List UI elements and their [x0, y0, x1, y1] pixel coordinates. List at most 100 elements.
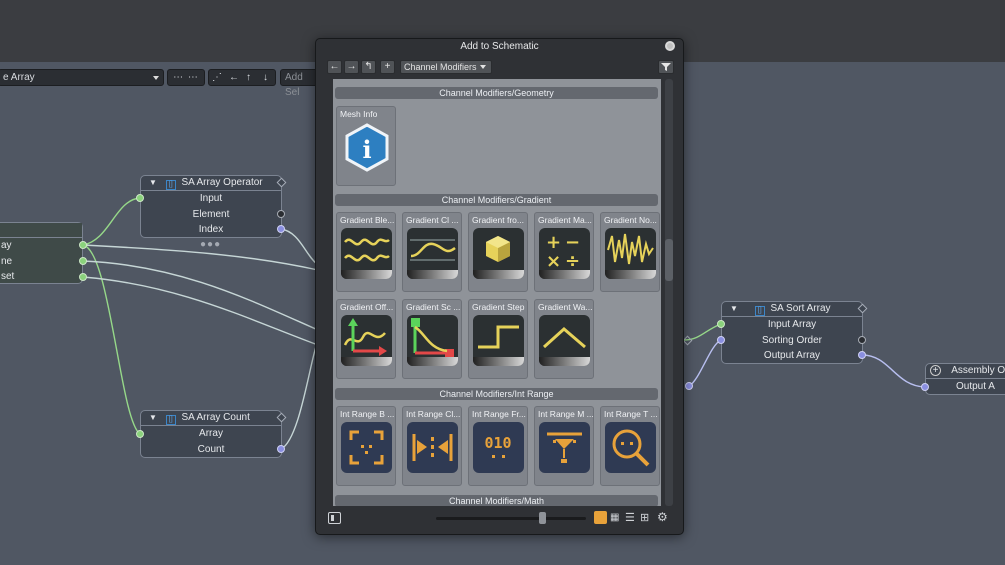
- tile-label: Int Range Cl...: [406, 409, 461, 419]
- tile-gradient-noise[interactable]: Gradient No...: [600, 212, 660, 292]
- partial-node-left[interactable]: ay ne set: [0, 222, 83, 284]
- add-to-schematic-dialog: Add to Schematic ← → ↰ + Channel Modifie…: [315, 38, 684, 535]
- collapse-icon[interactable]: ▼: [149, 178, 157, 187]
- array-icon: []: [165, 415, 176, 425]
- partial-row: ne: [1, 255, 13, 267]
- list-view-icon[interactable]: ☰: [625, 511, 635, 524]
- tile-int-range-test[interactable]: Int Range T ...: [600, 406, 660, 486]
- partial-node-header: [0, 223, 82, 238]
- tile-gradient-blend[interactable]: Gradient Ble...: [336, 212, 396, 292]
- input-port[interactable]: [921, 383, 929, 391]
- tile-int-range-b[interactable]: Int Range B ...: [336, 406, 396, 486]
- node-sa-array-count[interactable]: ▼ [] SA Array Count Array Count: [140, 410, 287, 458]
- tile-gradient-math[interactable]: Gradient Ma... + − × ÷: [534, 212, 594, 292]
- tile-label: Gradient fro...: [472, 215, 524, 225]
- node-assembly-output[interactable]: + Assembly Out Output A: [925, 363, 1005, 395]
- output-port[interactable]: [685, 382, 693, 390]
- scrollbar-thumb[interactable]: [665, 239, 673, 281]
- node-sa-sort-array[interactable]: ▼ [] SA Sort Array Input Array Sorting O…: [721, 301, 868, 364]
- section-header-int-range[interactable]: Channel Modifiers/Int Range: [335, 388, 658, 400]
- node-library-panel[interactable]: Channel Modifiers/Geometry Mesh Info i C…: [333, 79, 661, 506]
- tile-mesh-info[interactable]: Mesh Info i: [336, 106, 396, 186]
- dialog-title: Add to Schematic: [460, 41, 539, 52]
- tile-gradient-offset[interactable]: Gradient Off...: [336, 299, 396, 379]
- node-header: ▼ [] SA Array Operator: [141, 176, 287, 191]
- output-port[interactable]: [79, 273, 87, 281]
- tile-int-range-map[interactable]: Int Range M ...: [534, 406, 594, 486]
- array-icon: []: [754, 306, 765, 316]
- node-title: SA Sort Array: [770, 303, 831, 314]
- grid-view-icon[interactable]: ⊞: [640, 511, 649, 524]
- settings-gear-icon[interactable]: ⚙: [657, 510, 668, 524]
- large-icons-view-button[interactable]: [594, 511, 607, 524]
- tile-gradient-from[interactable]: Gradient fro...: [468, 212, 528, 292]
- node-port-label: Count: [197, 443, 225, 455]
- zoom-slider-thumb[interactable]: [539, 512, 546, 524]
- node-sa-array-operator[interactable]: ▼ [] SA Array Operator Input Element Ind…: [140, 175, 287, 238]
- input-port[interactable]: [717, 320, 725, 328]
- svg-text:×: ×: [546, 251, 561, 270]
- category-dropdown[interactable]: Channel Modifiers: [400, 60, 492, 74]
- dialog-bottom-bar: ▦ ☰ ⊞ ⚙: [316, 509, 683, 533]
- node-header: ▼ [] SA Sort Array: [722, 302, 868, 317]
- int-range-test-icon: [605, 422, 656, 473]
- output-port[interactable]: [858, 351, 866, 359]
- section-header-geometry[interactable]: Channel Modifiers/Geometry: [335, 87, 658, 99]
- library-scrollbar[interactable]: [665, 79, 673, 506]
- svg-text:÷: ÷: [565, 251, 580, 270]
- tile-label: Gradient Wa...: [538, 302, 593, 312]
- node-port-label: Element: [192, 208, 230, 220]
- zoom-slider[interactable]: [436, 517, 586, 520]
- up-level-button[interactable]: ↰: [361, 60, 376, 74]
- output-port[interactable]: [277, 210, 285, 218]
- tile-gradient-step[interactable]: Gradient Step: [468, 299, 528, 379]
- close-icon[interactable]: [665, 41, 675, 51]
- node-port-label: Input Array: [767, 319, 817, 330]
- node-port-label: Index: [198, 224, 224, 235]
- filter-button[interactable]: [658, 60, 674, 74]
- tile-int-range-clamp[interactable]: Int Range Cl...: [402, 406, 462, 486]
- tile-label: Int Range M ...: [538, 409, 593, 419]
- sidebar-toggle-icon[interactable]: [328, 512, 341, 524]
- back-button[interactable]: ←: [327, 60, 342, 74]
- input-port[interactable]: [136, 194, 144, 202]
- section-header-gradient[interactable]: Channel Modifiers/Gradient: [335, 194, 658, 206]
- section-header-math[interactable]: Channel Modifiers/Math: [335, 495, 658, 506]
- tile-gradient-wave[interactable]: Gradient Wa...: [534, 299, 594, 379]
- wire: [82, 276, 319, 346]
- small-icons-view-icon[interactable]: ▦: [610, 512, 619, 523]
- node-title: SA Array Operator: [181, 177, 263, 188]
- int-range-clamp-icon: [407, 422, 458, 473]
- gradient-math-icon: + − × ÷: [539, 228, 590, 279]
- gradient-clamp-icon: [407, 228, 458, 279]
- tile-int-range-from[interactable]: Int Range Fr... 010: [468, 406, 528, 486]
- int-range-bounds-icon: [341, 422, 392, 473]
- output-port[interactable]: [277, 445, 285, 453]
- wire: [280, 228, 319, 266]
- input-port[interactable]: [136, 430, 144, 438]
- node-port-label: Sorting Order: [761, 334, 823, 346]
- output-port[interactable]: [79, 241, 87, 249]
- output-port[interactable]: [858, 336, 866, 344]
- add-circle-icon[interactable]: +: [930, 365, 941, 376]
- gradient-blend-icon: [341, 228, 392, 279]
- gradient-offset-icon: [341, 315, 392, 366]
- tile-label: Mesh Info: [340, 109, 378, 119]
- more-dots-icon: ●●●: [200, 239, 222, 250]
- add-button[interactable]: +: [380, 60, 395, 74]
- node-port-label: Array: [199, 428, 223, 439]
- forward-button[interactable]: →: [344, 60, 359, 74]
- gradient-from-icon: [473, 228, 524, 279]
- node-port-label: Output A: [956, 381, 995, 392]
- filter-icon: [661, 63, 671, 71]
- int-range-from-icon: 010: [473, 422, 524, 473]
- input-port[interactable]: [717, 336, 725, 344]
- collapse-icon[interactable]: ▼: [149, 413, 157, 422]
- tile-gradient-clamp[interactable]: Gradient Cl ...: [402, 212, 462, 292]
- collapse-icon[interactable]: ▼: [730, 304, 738, 313]
- tile-gradient-scale[interactable]: Gradient Sc ...: [402, 299, 462, 379]
- output-port[interactable]: [79, 257, 87, 265]
- output-port[interactable]: [277, 225, 285, 233]
- tile-label: Gradient Ble...: [340, 215, 395, 225]
- node-title: Assembly Out: [951, 365, 1005, 376]
